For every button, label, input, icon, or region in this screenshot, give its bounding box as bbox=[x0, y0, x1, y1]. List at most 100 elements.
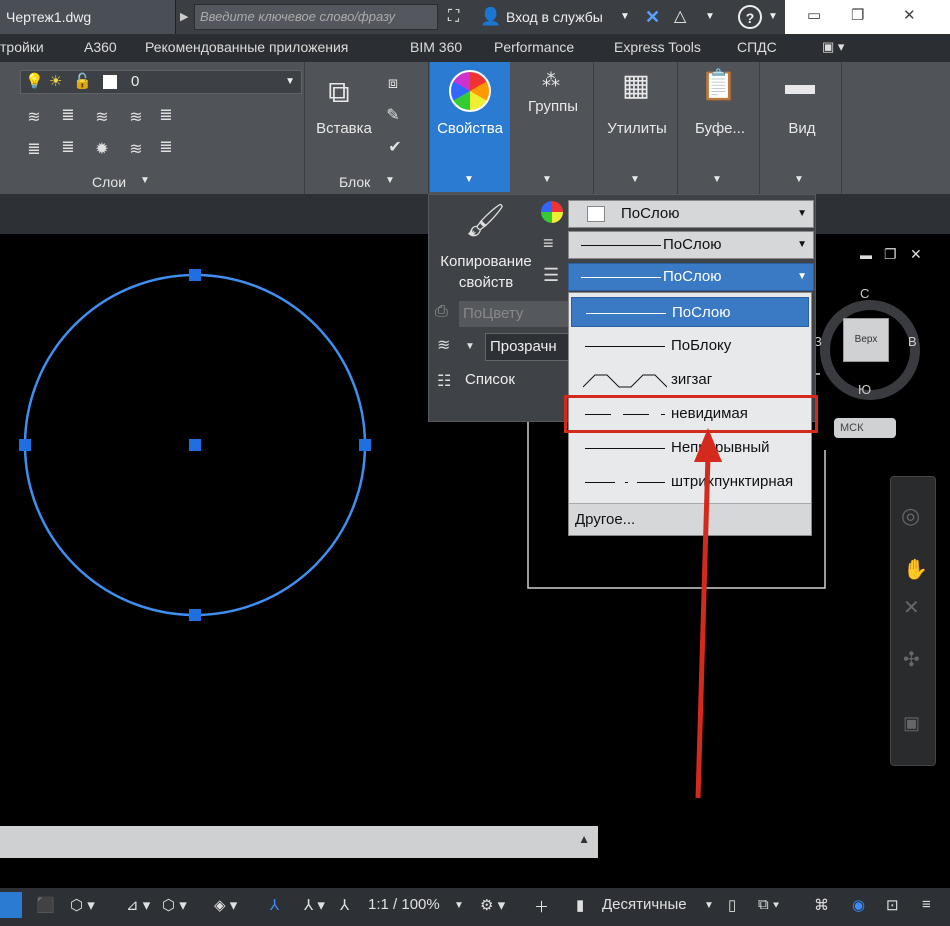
linetype-option[interactable]: штрихпунктирная bbox=[571, 467, 809, 497]
quick-properties-icon[interactable]: ▯ bbox=[728, 896, 736, 914]
close-viewport-icon[interactable]: ✕ bbox=[910, 246, 922, 263]
layer-combo[interactable]: 💡 ☀ 🔓 0 ▼ bbox=[20, 70, 302, 94]
wcs-menu[interactable]: МСК bbox=[834, 418, 896, 438]
chevron-down-icon[interactable]: ▼ bbox=[454, 900, 464, 911]
chevron-down-icon[interactable]: ▼ bbox=[140, 175, 150, 186]
customize-icon[interactable]: ≡ bbox=[922, 896, 931, 913]
viewcube[interactable]: ▬ ❐ ✕ Верх С В Ю З МСК bbox=[814, 240, 950, 450]
match-properties-icon[interactable]: 🖌 bbox=[465, 201, 506, 239]
transparency-input[interactable]: Прозрачн bbox=[485, 333, 571, 361]
annotation-scale-icon[interactable]: ⅄ ▾ bbox=[304, 896, 325, 914]
linetype-option[interactable]: Непрерывный bbox=[571, 433, 809, 463]
grip-top[interactable] bbox=[189, 269, 201, 281]
orbit-icon[interactable]: ✣ bbox=[903, 647, 920, 672]
tab-arrow-icon[interactable]: ▶ bbox=[180, 10, 188, 23]
view-button[interactable]: Вид bbox=[762, 120, 842, 137]
insert-button[interactable]: Вставка bbox=[309, 120, 379, 137]
plus-icon[interactable]: ＋ bbox=[534, 896, 549, 917]
lock-ui-icon[interactable]: ⧉ ▾ bbox=[758, 896, 779, 913]
layer-tool-icon[interactable]: ≣ bbox=[24, 140, 44, 160]
attribute-icon[interactable]: ✔ bbox=[385, 138, 405, 158]
grip-right[interactable] bbox=[359, 439, 371, 451]
plot-style-combo[interactable]: ПоЦвету bbox=[459, 301, 569, 327]
layer-tool-icon[interactable]: ≣ bbox=[58, 106, 78, 126]
linetype-option[interactable]: зигзаг bbox=[571, 365, 809, 395]
units-readout[interactable]: Десятичные bbox=[602, 896, 687, 913]
viewcube-face-top[interactable]: Верх bbox=[843, 318, 889, 362]
view-icon[interactable]: ▬ bbox=[782, 68, 818, 102]
document-tab[interactable]: Чертеж1.dwg bbox=[0, 0, 176, 34]
chevron-down-icon[interactable]: ▼ bbox=[704, 900, 714, 911]
pan-icon[interactable]: ✋ bbox=[903, 557, 928, 582]
ortho-icon[interactable]: ⊿ ▾ bbox=[126, 896, 150, 914]
minimize-icon[interactable]: ▭ bbox=[807, 6, 821, 24]
tab-spds[interactable]: СПДС bbox=[737, 39, 777, 55]
linetype-combo[interactable]: ПоСлою ▼ bbox=[568, 263, 814, 291]
exchange-icon[interactable]: ✕ bbox=[645, 0, 660, 34]
3d-object-icon[interactable]: ⬡ ▾ bbox=[70, 896, 95, 914]
chevron-down-icon[interactable]: ▼ bbox=[712, 174, 722, 185]
signin-button[interactable]: Вход в службы bbox=[506, 0, 603, 34]
layer-tool-icon[interactable]: ≋ bbox=[24, 108, 44, 128]
gear-icon[interactable]: ⚙ ▾ bbox=[480, 896, 505, 914]
user-icon[interactable]: 👤 bbox=[480, 0, 501, 34]
tab-performance[interactable]: Performance bbox=[494, 39, 574, 55]
tab-a360[interactable]: А360 bbox=[84, 39, 117, 55]
color-combo[interactable]: ПоСлою ▼ bbox=[568, 200, 814, 228]
steering-wheel-icon[interactable]: ◎ bbox=[901, 503, 920, 529]
restore-icon[interactable]: ❐ bbox=[851, 6, 864, 24]
layer-tool-icon[interactable]: ≣ bbox=[156, 138, 176, 158]
properties-ribbon-button[interactable]: Свойства ▼ bbox=[430, 62, 510, 192]
hardware-accel-icon[interactable]: ◉ bbox=[852, 896, 865, 914]
utilities-button[interactable]: Утилиты bbox=[596, 120, 678, 137]
a360-dropdown-icon[interactable]: ▼ bbox=[705, 0, 715, 34]
clipboard-button[interactable]: Буфе... bbox=[680, 120, 760, 137]
chevron-down-icon[interactable]: ▼ bbox=[630, 174, 640, 185]
workspace-icon[interactable]: ⅄ bbox=[340, 896, 349, 914]
block-panel-label[interactable]: Блок bbox=[339, 174, 370, 190]
compass-north[interactable]: С bbox=[860, 286, 869, 301]
insert-block-icon[interactable]: ⧉ bbox=[319, 76, 359, 110]
tab-express-tools[interactable]: Express Tools bbox=[614, 39, 701, 55]
layer-tool-icon[interactable]: ≋ bbox=[126, 108, 146, 128]
list-button[interactable]: Список bbox=[465, 371, 515, 388]
command-line[interactable]: ▲ bbox=[0, 826, 598, 858]
chevron-down-icon[interactable]: ▼ bbox=[465, 341, 475, 352]
chevron-down-icon[interactable]: ▼ bbox=[794, 174, 804, 185]
minimize-viewport-icon[interactable]: ▬ bbox=[860, 248, 872, 262]
linetype-option[interactable]: ПоСлою bbox=[571, 297, 809, 327]
help-dropdown-icon[interactable]: ▼ bbox=[768, 0, 778, 34]
layer-tool-icon[interactable]: ≣ bbox=[58, 138, 78, 158]
tab-featured-apps[interactable]: Рекомендованные приложения bbox=[145, 39, 348, 55]
clipboard-icon[interactable]: 📋 bbox=[700, 68, 737, 103]
scale-readout[interactable]: 1:1 / 100% bbox=[368, 896, 440, 913]
object-snap-icon[interactable]: ◈ ▾ bbox=[214, 896, 237, 914]
close-icon[interactable]: ✕ bbox=[903, 6, 916, 24]
showmotion-icon[interactable]: ▣ bbox=[903, 713, 920, 734]
layers-panel-label[interactable]: Слои bbox=[92, 174, 126, 190]
chevron-down-icon[interactable]: ▼ bbox=[385, 175, 395, 186]
calculator-icon[interactable]: ▦ bbox=[618, 68, 654, 103]
layer-tool-icon[interactable]: ≋ bbox=[92, 108, 112, 128]
isolate-icon[interactable]: ⌘ bbox=[814, 896, 829, 914]
snap-icon[interactable]: ⬛ bbox=[36, 896, 55, 914]
signin-dropdown-icon[interactable]: ▼ bbox=[620, 0, 630, 34]
lineweight-combo[interactable]: ПоСлою ▼ bbox=[568, 231, 814, 259]
help-icon[interactable]: ? bbox=[738, 5, 762, 29]
compass-south[interactable]: Ю bbox=[858, 382, 871, 397]
grip-center[interactable] bbox=[189, 439, 201, 451]
create-block-icon[interactable]: ⧈ bbox=[383, 74, 403, 94]
grip-bottom[interactable] bbox=[189, 609, 201, 621]
groups-icon[interactable]: ⁂ bbox=[536, 70, 566, 91]
other-linetypes-button[interactable]: Другое... bbox=[569, 503, 811, 535]
groups-button[interactable]: Группы bbox=[512, 98, 594, 115]
match-properties-button[interactable]: Копирование свойств bbox=[431, 251, 541, 293]
ribbon-options-icon[interactable]: ▣ ▾ bbox=[822, 39, 844, 55]
restore-viewport-icon[interactable]: ❐ bbox=[884, 246, 897, 263]
autodesk-a360-icon[interactable]: △ bbox=[674, 0, 686, 34]
zoom-icon[interactable]: ✕ bbox=[903, 595, 920, 620]
layer-tool-icon[interactable]: ≣ bbox=[156, 106, 176, 126]
search-input[interactable]: Введите ключевое слово/фразу bbox=[194, 4, 438, 30]
annotation-icon[interactable]: ⅄ bbox=[270, 896, 279, 914]
binoculars-icon[interactable]: ⛶ bbox=[448, 0, 459, 34]
